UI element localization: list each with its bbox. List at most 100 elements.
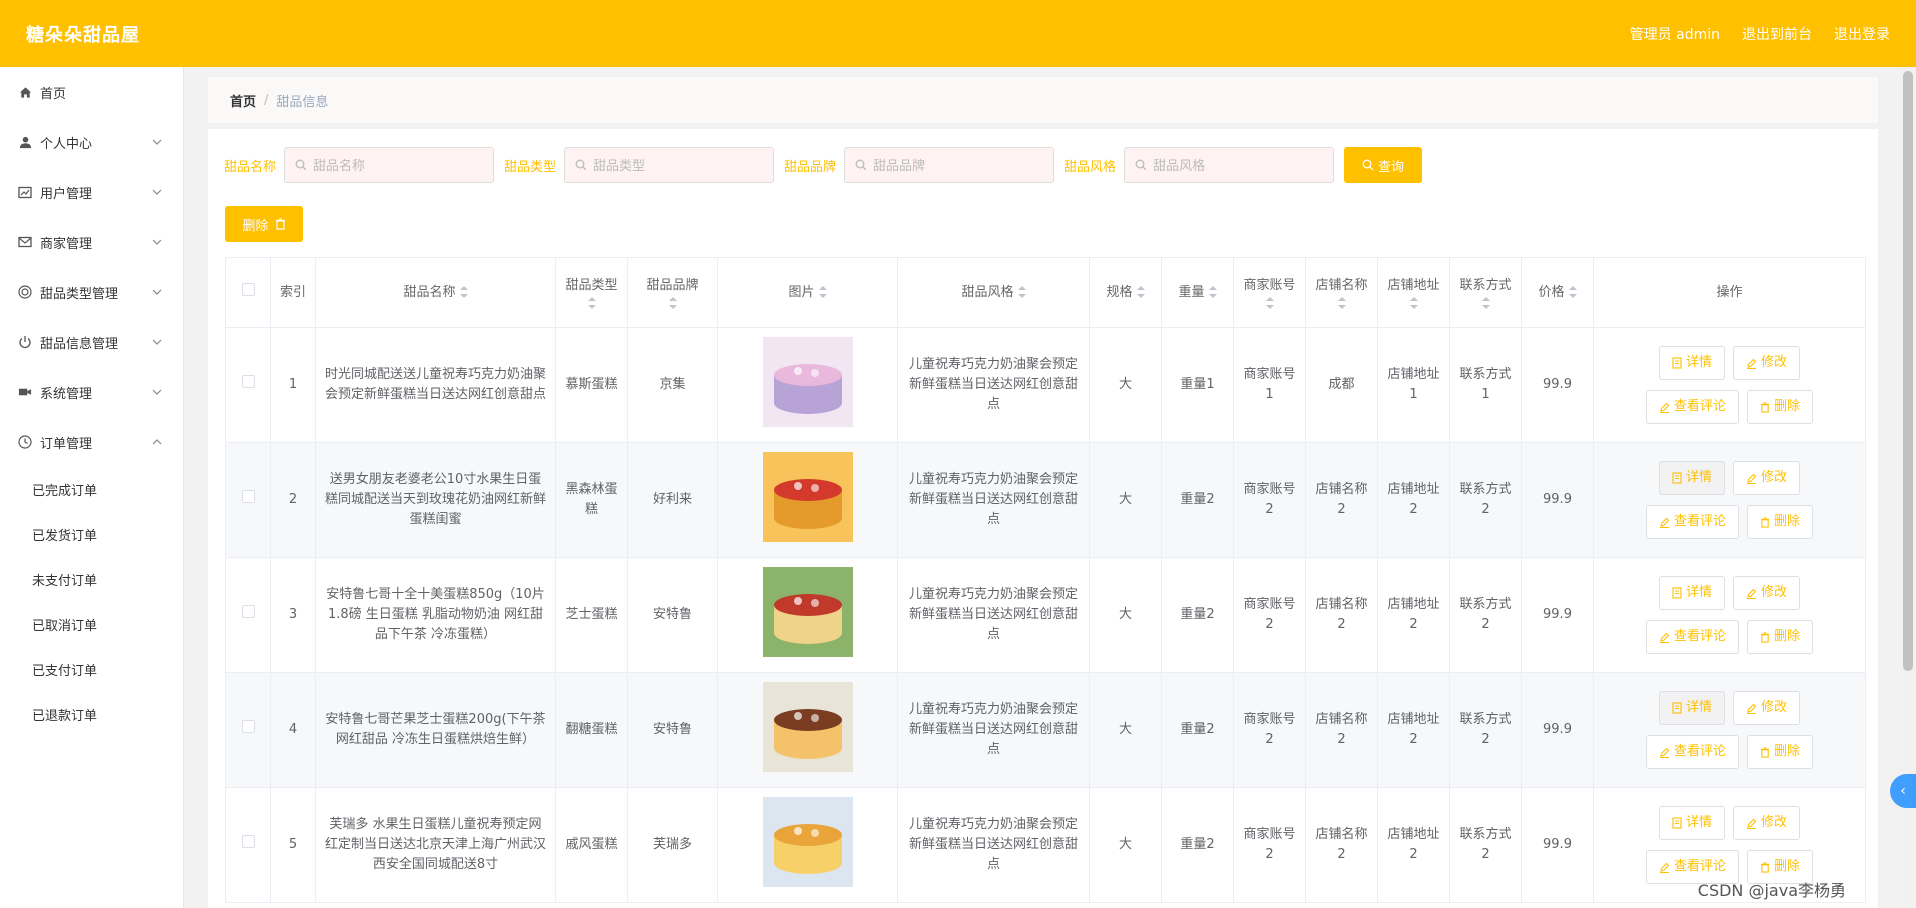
view-reviews-button[interactable]: 查看评论	[1645, 390, 1739, 424]
sidebar-item-dessert-types[interactable]: 甜品类型管理	[0, 267, 183, 317]
sort-icon[interactable]	[587, 296, 596, 309]
header-price[interactable]: 价格	[1521, 257, 1594, 328]
dessert-image[interactable]	[762, 681, 853, 772]
header-style[interactable]: 甜品风格	[897, 257, 1090, 328]
header-weight[interactable]: 重量	[1161, 257, 1234, 328]
row-checkbox[interactable]	[241, 490, 255, 503]
detail-button[interactable]: 详情	[1658, 806, 1725, 840]
sort-icon[interactable]	[459, 286, 468, 298]
document-icon	[1672, 702, 1682, 714]
search-name-field[interactable]	[284, 147, 495, 183]
dessert-image[interactable]	[762, 451, 853, 542]
submenu-unpaid-orders[interactable]: 未支付订单	[0, 557, 183, 602]
scrollbar-thumb[interactable]	[1903, 71, 1913, 671]
cell-name: 安特鲁七哥芒果芝士蛋糕200g(下午茶 网红甜品 冷冻生日蛋糕烘焙生鲜）	[315, 672, 556, 788]
sort-icon[interactable]	[1208, 286, 1217, 298]
sidebar-item-label: 用户管理	[40, 186, 93, 202]
sidebar-item-orders[interactable]: 订单管理	[0, 417, 183, 467]
detail-button[interactable]: 详情	[1658, 346, 1725, 380]
edit-button[interactable]: 修改	[1733, 806, 1801, 840]
search-brand-input[interactable]	[873, 157, 1044, 173]
select-all-checkbox[interactable]	[241, 283, 255, 296]
sidebar-item-personal[interactable]: 个人中心	[0, 117, 183, 167]
row-delete-button[interactable]: 删除	[1747, 620, 1814, 654]
search-name-input[interactable]	[313, 157, 484, 173]
header-image[interactable]: 图片	[717, 257, 898, 328]
dessert-image[interactable]	[762, 336, 853, 427]
cell-image	[717, 327, 898, 443]
edit-button[interactable]: 修改	[1733, 576, 1801, 610]
sort-icon[interactable]	[1265, 296, 1274, 309]
header-shop[interactable]: 店铺名称	[1305, 257, 1378, 328]
row-checkbox[interactable]	[241, 720, 255, 733]
sidebar-item-users[interactable]: 用户管理	[0, 167, 183, 217]
sidebar-item-merchants[interactable]: 商家管理	[0, 217, 183, 267]
sort-icon[interactable]	[1337, 296, 1346, 309]
header-brand[interactable]: 甜品品牌	[627, 257, 718, 328]
search-type-field[interactable]	[564, 147, 775, 183]
cell-spec: 大	[1089, 557, 1162, 673]
main-content: 首页 / 甜品信息 甜品名称 甜品类型 甜品品牌 甜品风格	[184, 67, 1900, 908]
exit-to-front-link[interactable]: 退出到前台	[1742, 24, 1812, 44]
row-checkbox-cell[interactable]	[225, 787, 271, 903]
header-contact[interactable]: 联系方式	[1449, 257, 1522, 328]
dessert-image[interactable]	[762, 796, 853, 887]
detail-button[interactable]: 详情	[1658, 691, 1725, 725]
dessert-image[interactable]	[762, 566, 853, 657]
row-checkbox-cell[interactable]	[225, 442, 271, 558]
detail-button[interactable]: 详情	[1658, 461, 1725, 495]
sidebar-item-label: 首页	[40, 86, 67, 102]
edit-button[interactable]: 修改	[1733, 346, 1801, 380]
breadcrumb-home[interactable]: 首页	[230, 91, 256, 110]
search-type-input[interactable]	[593, 157, 764, 173]
view-reviews-button[interactable]: 查看评论	[1645, 505, 1739, 539]
header-name[interactable]: 甜品名称	[315, 257, 556, 328]
row-checkbox-cell[interactable]	[225, 672, 271, 788]
header-spec[interactable]: 规格	[1089, 257, 1162, 328]
detail-button[interactable]: 详情	[1658, 576, 1725, 610]
edit-button[interactable]: 修改	[1733, 691, 1801, 725]
view-reviews-button[interactable]: 查看评论	[1645, 735, 1739, 769]
sort-icon[interactable]	[1136, 286, 1145, 298]
submenu-refunded-orders[interactable]: 已退款订单	[0, 692, 183, 737]
view-reviews-button[interactable]: 查看评论	[1645, 620, 1739, 654]
collapse-tab-button[interactable]: ‹	[1890, 774, 1916, 808]
row-checkbox[interactable]	[241, 835, 255, 848]
sort-icon[interactable]	[1568, 286, 1577, 298]
submenu-completed-orders[interactable]: 已完成订单	[0, 467, 183, 512]
logout-link[interactable]: 退出登录	[1834, 24, 1890, 44]
sort-icon[interactable]	[668, 296, 677, 309]
row-checkbox[interactable]	[241, 375, 255, 388]
header-address[interactable]: 店铺地址	[1377, 257, 1450, 328]
batch-delete-button[interactable]: 删除	[225, 206, 303, 242]
edit-button[interactable]: 修改	[1733, 461, 1801, 495]
search-style-input[interactable]	[1153, 157, 1324, 173]
sidebar-item-system[interactable]: 系统管理	[0, 367, 183, 417]
sort-icon[interactable]	[1409, 296, 1418, 309]
row-checkbox[interactable]	[241, 605, 255, 618]
query-button[interactable]: 查询	[1344, 147, 1423, 183]
submenu-cancelled-orders[interactable]: 已取消订单	[0, 602, 183, 647]
cell-image	[717, 557, 898, 673]
search-style-field[interactable]	[1124, 147, 1335, 183]
header-account[interactable]: 商家账号	[1233, 257, 1306, 328]
submenu-paid-orders[interactable]: 已支付订单	[0, 647, 183, 692]
row-checkbox-cell[interactable]	[225, 557, 271, 673]
chevron-down-icon	[152, 189, 162, 195]
submenu-shipped-orders[interactable]: 已发货订单	[0, 512, 183, 557]
header-checkbox-cell[interactable]	[225, 257, 271, 328]
search-brand-field[interactable]	[844, 147, 1055, 183]
sort-icon[interactable]	[818, 286, 827, 298]
row-checkbox-cell[interactable]	[225, 327, 271, 443]
sort-icon[interactable]	[1017, 286, 1026, 298]
admin-label[interactable]: 管理员 admin	[1630, 24, 1720, 44]
header-type[interactable]: 甜品类型	[555, 257, 628, 328]
sort-icon[interactable]	[1481, 296, 1490, 309]
cell-addr: 店铺地址2	[1377, 557, 1450, 673]
row-delete-button[interactable]: 删除	[1747, 735, 1814, 769]
watermark: CSDN @java李杨勇	[1697, 881, 1846, 900]
sidebar-item-home[interactable]: 首页	[0, 67, 183, 117]
row-delete-button[interactable]: 删除	[1747, 505, 1814, 539]
sidebar-item-dessert-info[interactable]: 甜品信息管理	[0, 317, 183, 367]
row-delete-button[interactable]: 删除	[1747, 390, 1814, 424]
